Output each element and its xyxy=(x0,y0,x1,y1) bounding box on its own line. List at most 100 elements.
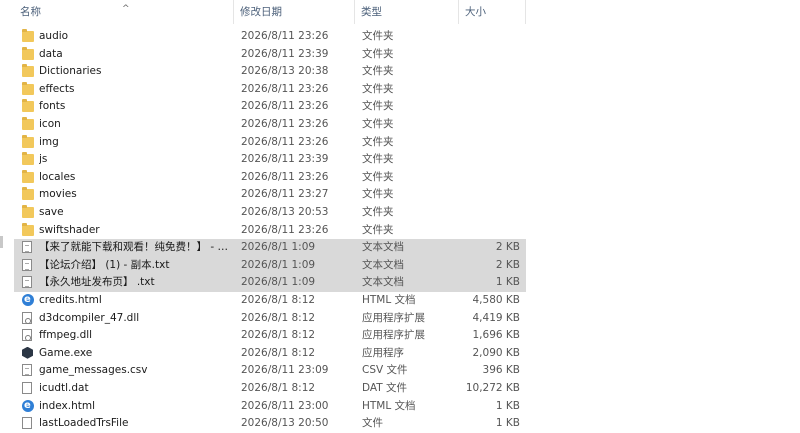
file-name[interactable]: icon xyxy=(39,116,235,134)
column-header-bar: 名称 ^ 修改日期 类型 大小 xyxy=(14,0,526,24)
file-modified-date: 2026/8/1 8:12 xyxy=(241,329,316,342)
folder-icon xyxy=(22,29,34,42)
file-name[interactable]: lastLoadedTrsFile xyxy=(39,415,235,433)
file-type: CSV 文件 xyxy=(362,364,408,377)
file-size xyxy=(460,204,520,222)
file-name[interactable]: 【来了就能下载和观看！纯免费！】 - 副... xyxy=(39,239,235,257)
file-row[interactable]: lastLoadedTrsFile 2026/8/13 20:50 文件 1 KB xyxy=(14,415,526,433)
file-type: 文件夹 xyxy=(362,153,394,166)
file-size xyxy=(460,98,520,116)
column-header-date-label: 修改日期 xyxy=(240,6,282,18)
file-row[interactable]: 【来了就能下载和观看！纯免费！】 - 副... 2026/8/1 1:09 文本文档… xyxy=(14,239,526,257)
file-size: 4,419 KB xyxy=(472,311,521,324)
file-row[interactable]: 【永久地址发布页】 .txt 2026/8/1 1:09 文本文档 1 KB xyxy=(14,274,526,292)
file-name[interactable]: game_messages.csv xyxy=(39,362,235,380)
file-name[interactable]: icudtl.dat xyxy=(39,380,235,398)
file-size: 396 KB xyxy=(482,364,520,377)
file-modified-date: 2026/8/11 23:26 xyxy=(241,82,329,95)
file-name[interactable]: Game.exe xyxy=(39,345,235,363)
file-name[interactable]: audio xyxy=(39,28,235,46)
text-file-icon xyxy=(22,364,32,377)
file-row[interactable]: save 2026/8/13 20:53 文件夹 xyxy=(14,204,526,222)
file-name[interactable]: index.html xyxy=(39,398,235,416)
file-name[interactable]: fonts xyxy=(39,98,235,116)
dll-file-icon xyxy=(22,311,32,324)
column-divider[interactable] xyxy=(525,0,526,24)
file-row[interactable]: data 2026/8/11 23:39 文件夹 xyxy=(14,46,526,64)
file-row[interactable]: Dictionaries 2026/8/13 20:38 文件夹 xyxy=(14,63,526,81)
file-row[interactable]: fonts 2026/8/11 23:26 文件夹 xyxy=(14,98,526,116)
file-row[interactable]: d3dcompiler_47.dll 2026/8/1 8:12 应用程序扩展 4,4… xyxy=(14,310,526,328)
generic-file-icon xyxy=(22,382,32,394)
file-row[interactable]: js 2026/8/11 23:39 文件夹 xyxy=(14,151,526,169)
file-size: 1 KB xyxy=(495,276,520,289)
file-name[interactable]: data xyxy=(39,46,235,64)
file-type: DAT 文件 xyxy=(362,382,408,394)
file-type: 文件夹 xyxy=(362,30,394,42)
file-modified-date: 2026/8/11 23:26 xyxy=(241,135,329,148)
file-size: 1 KB xyxy=(495,417,520,430)
column-header-name-label: 名称 xyxy=(20,6,41,18)
file-modified-date: 2026/8/11 23:26 xyxy=(241,118,329,130)
file-name[interactable]: swiftshader xyxy=(39,222,235,240)
file-modified-date: 2026/8/13 20:38 xyxy=(241,65,329,78)
file-name[interactable]: effects xyxy=(39,81,235,99)
file-row[interactable]: icudtl.dat 2026/8/1 8:12 DAT 文件 10,272 KB xyxy=(14,380,526,398)
file-row[interactable]: audio 2026/8/11 23:26 文件夹 xyxy=(14,28,526,46)
file-row[interactable]: movies 2026/8/11 23:27 文件夹 xyxy=(14,186,526,204)
file-size: 2,090 KB xyxy=(472,346,521,359)
file-type: HTML 文档 xyxy=(362,294,416,306)
file-type: 文件夹 xyxy=(362,65,394,78)
folder-icon xyxy=(22,99,34,113)
file-size: 2 KB xyxy=(495,258,520,271)
text-file-icon xyxy=(22,276,32,289)
file-modified-date: 2026/8/11 23:26 xyxy=(241,223,329,236)
file-name[interactable]: movies xyxy=(39,186,235,204)
file-type: 文件 xyxy=(362,417,383,430)
column-header-date[interactable]: 修改日期 xyxy=(234,0,355,24)
generic-file-icon xyxy=(22,417,32,430)
file-row[interactable]: ffmpeg.dll 2026/8/1 8:12 应用程序扩展 1,696 KB xyxy=(14,327,526,345)
file-name[interactable]: locales xyxy=(39,169,235,187)
file-row[interactable]: 【论坛介绍】 (1) - 副本.txt 2026/8/1 1:09 文本文档 2 KB xyxy=(14,256,526,275)
column-header-name[interactable]: 名称 ^ xyxy=(14,0,234,24)
file-type: 文本文档 xyxy=(362,241,404,254)
file-row[interactable]: credits.html 2026/8/1 8:12 HTML 文档 4,580 KB xyxy=(14,292,526,310)
file-name[interactable]: save xyxy=(39,204,235,222)
html-file-icon xyxy=(22,292,34,309)
file-modified-date: 2026/8/11 23:27 xyxy=(241,188,329,201)
file-size: 10,272 KB xyxy=(465,382,520,394)
file-size xyxy=(460,46,520,64)
file-row[interactable]: Game.exe 2026/8/1 8:12 应用程序 2,090 KB xyxy=(14,345,526,363)
file-modified-date: 2026/8/11 23:39 xyxy=(241,47,329,60)
file-row[interactable]: img 2026/8/11 23:26 文件夹 xyxy=(14,134,526,152)
file-modified-date: 2026/8/1 8:12 xyxy=(241,346,316,359)
folder-icon xyxy=(22,64,34,78)
file-type: 文件夹 xyxy=(362,206,394,218)
column-header-type[interactable]: 类型 xyxy=(355,0,459,24)
file-row[interactable]: index.html 2026/8/11 23:00 HTML 文档 1 KB xyxy=(14,398,526,416)
file-size: 4,580 KB xyxy=(472,294,521,306)
file-type: 文本文档 xyxy=(362,276,404,289)
column-header-size[interactable]: 大小 xyxy=(459,0,526,24)
file-name[interactable]: js xyxy=(39,151,235,169)
file-name[interactable]: ffmpeg.dll xyxy=(39,327,235,345)
file-modified-date: 2026/8/13 20:53 xyxy=(241,206,329,218)
file-row[interactable]: icon 2026/8/11 23:26 文件夹 xyxy=(14,116,526,134)
file-modified-date: 2026/8/1 8:12 xyxy=(241,294,316,306)
file-row[interactable]: swiftshader 2026/8/11 23:26 文件夹 xyxy=(14,222,526,240)
file-row[interactable]: effects 2026/8/11 23:26 文件夹 xyxy=(14,81,526,99)
file-name[interactable]: d3dcompiler_47.dll xyxy=(39,310,235,328)
file-row[interactable]: game_messages.csv 2026/8/11 23:09 CSV 文件 39… xyxy=(14,362,526,380)
folder-icon xyxy=(22,134,34,148)
file-size xyxy=(460,186,520,204)
file-name[interactable]: 【永久地址发布页】 .txt xyxy=(39,274,235,292)
file-name[interactable]: credits.html xyxy=(39,292,235,310)
dll-file-icon xyxy=(22,329,32,342)
file-name[interactable]: 【论坛介绍】 (1) - 副本.txt xyxy=(39,257,235,275)
file-name[interactable]: img xyxy=(39,134,235,152)
file-name[interactable]: Dictionaries xyxy=(39,63,235,81)
file-modified-date: 2026/8/1 1:09 xyxy=(241,258,316,271)
file-modified-date: 2026/8/11 23:26 xyxy=(241,30,329,42)
file-row[interactable]: locales 2026/8/11 23:26 文件夹 xyxy=(14,169,526,187)
